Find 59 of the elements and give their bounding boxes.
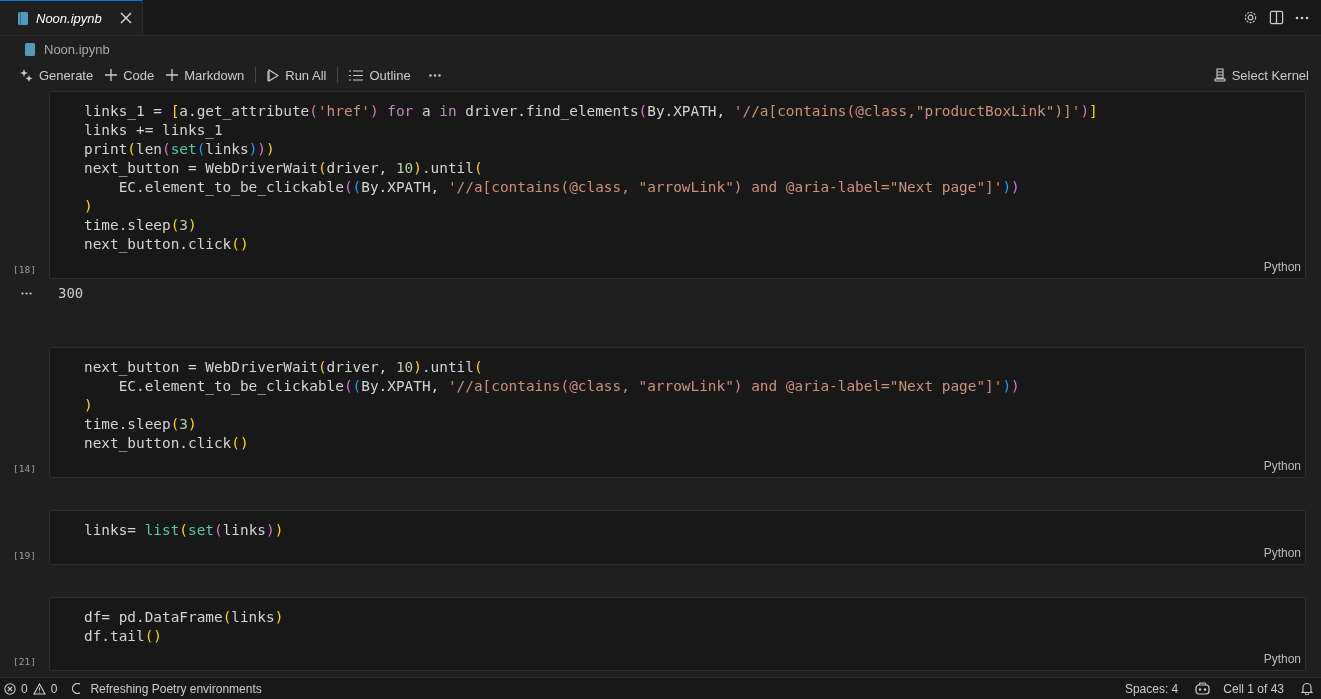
toolbar-button[interactable]: Outline [345, 65, 415, 85]
execution-count: [21] [13, 656, 36, 667]
toolbar-button[interactable]: Markdown [162, 65, 249, 85]
execution-count: [18] [13, 264, 36, 275]
notebook-icon [25, 42, 35, 56]
code-line: links += links_1 [84, 121, 224, 140]
code-line: df= pd.DataFrame(links) [84, 608, 285, 627]
code-line: time.sleep(3) [84, 216, 198, 235]
code-line: next_button = WebDriverWait(driver, 10).until( [84, 358, 484, 377]
editor-tab[interactable]: Noon.ipynb [0, 0, 143, 35]
toolbar-button[interactable]: Run All [263, 65, 331, 85]
breadcrumb-item[interactable]: Noon.ipynb [44, 41, 110, 57]
robot-icon[interactable] [1195, 682, 1211, 695]
list-icon [349, 69, 364, 81]
code-line: EC.element_to_be_clickable((By.XPATH, '//a[contains(@class, "arrowLink") and @aria-label="Next page"]')) [117, 178, 1021, 197]
plus-icon [166, 69, 179, 81]
close-icon[interactable] [119, 12, 132, 24]
code-line: next_button.click() [84, 235, 250, 254]
language-label[interactable]: Python [1263, 546, 1301, 560]
warning-icon[interactable] [32, 682, 46, 695]
error-icon[interactable] [4, 682, 16, 695]
language-label[interactable]: Python [1263, 260, 1301, 274]
status-message: Refreshing Poetry environments [90, 681, 262, 696]
execution-count: [19] [13, 550, 36, 561]
more-icon[interactable] [20, 291, 32, 295]
code-line: print(len(set(links))) [84, 140, 276, 159]
server-icon [1213, 68, 1226, 82]
code-line: df.tail() [84, 627, 163, 646]
code-line: next_button.click() [84, 434, 250, 453]
code-line: ) [84, 197, 94, 216]
language-label[interactable]: Python [1263, 652, 1301, 666]
code-cell[interactable]: links= list(set(links)) Python [49, 510, 1306, 565]
code-line: next_button = WebDriverWait(driver, 10).until( [84, 159, 484, 178]
split-editor-icon[interactable] [1269, 10, 1284, 25]
code-line: links= list(set(links)) [84, 521, 285, 540]
cell-position[interactable]: Cell 1 of 43 [1223, 681, 1284, 696]
sparkle-icon [20, 68, 33, 82]
run-icon [267, 68, 280, 82]
settings-icon[interactable] [1243, 10, 1258, 25]
code-cell[interactable]: df= pd.DataFrame(links) df.tail() Python [49, 597, 1306, 671]
toolbar-button[interactable]: Code [101, 65, 159, 85]
bell-icon[interactable] [1301, 682, 1313, 695]
code-line: links_1 = [a.get_attribute('href') for a in driver.find_elements(By.XPATH, '//a[contains(@class,"productBoxLink")]')] [84, 102, 1099, 121]
select-kernel-button[interactable]: Select Kernel [1209, 65, 1313, 85]
notebook-icon [18, 11, 28, 25]
code-line: time.sleep(3) [84, 415, 198, 434]
code-line: EC.element_to_be_clickable((By.XPATH, '//a[contains(@class, "arrowLink") and @aria-label="Next page"]')) [117, 377, 1021, 396]
cell-output: 300 [58, 285, 84, 301]
code-cell[interactable]: next_button = WebDriverWait(driver, 10).until( EC.element_to_be_clickable((By.XPATH, '//a[contains(@class, "arrowLink") and @aria-label="Next page"]')) ) time.sleep(3) next_button.click() Python [49, 347, 1306, 478]
execution-count: [14] [13, 463, 36, 474]
code-line: ) [84, 396, 94, 415]
error-count[interactable]: 0 [21, 681, 28, 696]
plus-icon [105, 69, 118, 81]
warning-count[interactable]: 0 [50, 681, 58, 696]
language-label[interactable]: Python [1263, 459, 1301, 473]
more-icon[interactable] [1295, 15, 1309, 20]
toolbar-button[interactable]: Generate [16, 65, 98, 85]
indentation-status[interactable]: Spaces: 4 [1124, 681, 1179, 696]
more-icon[interactable] [428, 73, 441, 77]
